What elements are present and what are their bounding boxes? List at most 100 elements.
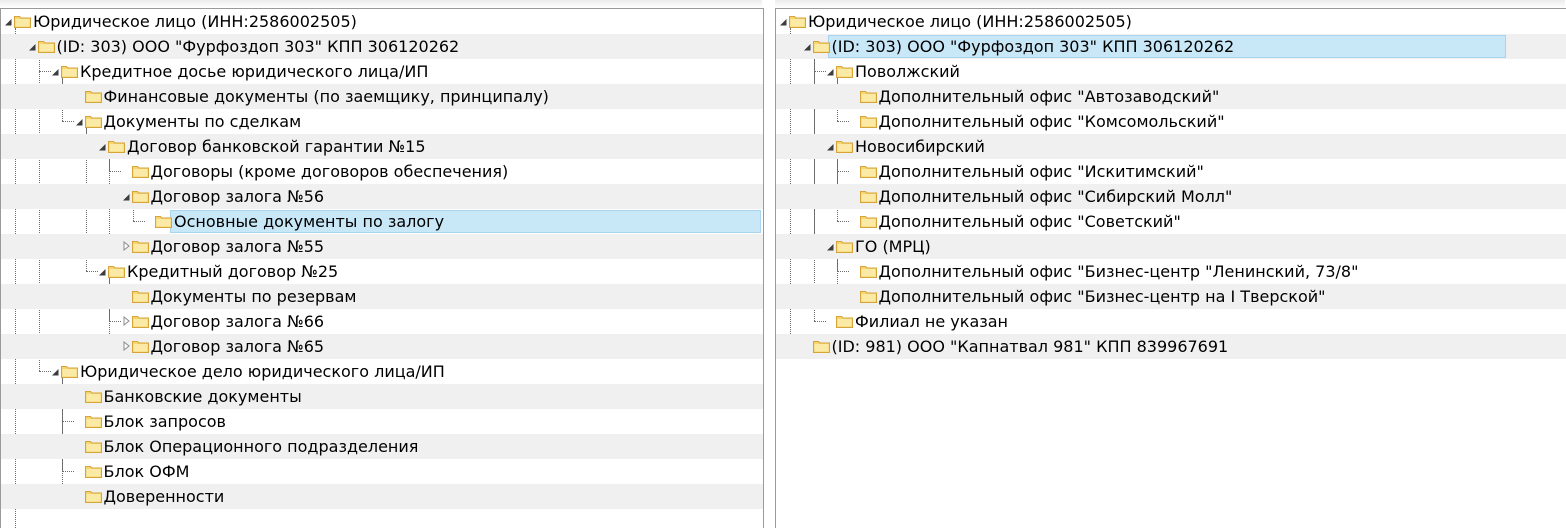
- tree-node[interactable]: Дополнительный офис "Сибирский Молл": [776, 184, 1566, 209]
- tree-node[interactable]: (ID: 303) ООО "Фурфоздоп 303" КПП 306120…: [1, 34, 763, 59]
- folder-icon: [836, 64, 853, 78]
- tree-node-label: Договор залога №56: [150, 187, 325, 206]
- expanded-triangle-icon[interactable]: [802, 39, 813, 53]
- folder-icon: [859, 89, 877, 103]
- folder-icon: [84, 89, 102, 103]
- tree-node[interactable]: Договор залога №65: [1, 334, 763, 359]
- tree-node[interactable]: Договор залога №55: [1, 234, 763, 259]
- folder-icon: [84, 414, 102, 428]
- tree-node[interactable]: Договор банковской гарантии №15: [1, 134, 763, 159]
- folder-icon: [131, 339, 149, 353]
- folder-icon: [131, 164, 149, 178]
- tree-node-label: Новосибирский: [855, 137, 985, 156]
- tree-node-label: Блок запросов: [103, 412, 226, 431]
- expanded-triangle-icon[interactable]: [778, 14, 789, 28]
- tree-node-label: Юридическое дело юридического лица/ИП: [80, 362, 445, 381]
- expanded-triangle-icon[interactable]: [3, 14, 14, 28]
- expanded-triangle-icon[interactable]: [50, 64, 61, 78]
- tree-node[interactable]: Договоры (кроме договоров обеспечения): [1, 159, 763, 184]
- tree-node-label: Филиал не указан: [855, 312, 1009, 331]
- tree-node-label: Дополнительный офис "Автозаводский": [878, 87, 1220, 106]
- tree-node-label: Блок Операционного подразделения: [103, 437, 419, 456]
- tree-node-label: Документы по резервам: [150, 287, 357, 306]
- expanded-triangle-icon[interactable]: [50, 364, 61, 378]
- tree-node[interactable]: Дополнительный офис "Комсомольский": [776, 109, 1566, 134]
- tree-node[interactable]: Основные документы по залогу: [1, 209, 763, 234]
- folder-icon: [155, 214, 172, 228]
- expanded-triangle-icon[interactable]: [825, 64, 836, 78]
- folder-icon: [84, 464, 102, 478]
- tree-node-label: Основные документы по залогу: [174, 212, 445, 231]
- tree-node[interactable]: Юридическое дело юридического лица/ИП: [1, 359, 763, 384]
- tree-node-label: Договор банковской гарантии №15: [127, 137, 426, 156]
- tree-node[interactable]: Договор залога №66: [1, 309, 763, 334]
- tree-node[interactable]: Блок запросов: [1, 409, 763, 434]
- folder-icon: [131, 189, 149, 203]
- tree-node-label: Юридическое лицо (ИНН:2586002505): [33, 12, 357, 31]
- folder-icon: [84, 439, 102, 453]
- right-tree-panel[interactable]: Юридическое лицо (ИНН:2586002505) (ID: 3…: [775, 8, 1566, 528]
- folder-icon: [859, 189, 877, 203]
- tree-node[interactable]: Филиал не указан: [776, 309, 1566, 334]
- collapsed-triangle-icon[interactable]: [121, 339, 132, 353]
- tree-node-label: Дополнительный офис "Искитимский": [878, 162, 1204, 181]
- tree-node[interactable]: Финансовые документы (по заемщику, принц…: [1, 84, 763, 109]
- collapsed-triangle-icon[interactable]: [121, 314, 132, 328]
- folder-icon: [131, 289, 149, 303]
- tree-node[interactable]: Документы по сделкам: [1, 109, 763, 134]
- folder-icon: [859, 164, 877, 178]
- folder-icon: [84, 489, 102, 503]
- folder-icon: [84, 114, 102, 128]
- expanded-triangle-icon[interactable]: [121, 189, 132, 203]
- folder-icon: [812, 339, 830, 353]
- tree-node[interactable]: Дополнительный офис "Искитимский": [776, 159, 1566, 184]
- tree-node[interactable]: Дополнительный офис "Бизнес-центр на I Т…: [776, 284, 1566, 309]
- collapsed-triangle-icon[interactable]: [121, 239, 132, 253]
- tree-node[interactable]: ГО (МРЦ): [776, 234, 1566, 259]
- tree-node[interactable]: Блок Операционного подразделения: [1, 434, 763, 459]
- tree-node[interactable]: Поволжский: [776, 59, 1566, 84]
- folder-icon: [859, 114, 877, 128]
- folder-icon: [131, 239, 149, 253]
- tree-node[interactable]: (ID: 981) ООО "Капнатвал 981" КПП 839967…: [776, 334, 1566, 359]
- folder-icon: [61, 64, 78, 78]
- tree-node[interactable]: Документы по резервам: [1, 284, 763, 309]
- tree-node[interactable]: Банковские документы: [1, 384, 763, 409]
- tree-node-label: Договор залога №66: [150, 312, 325, 331]
- tree-node-label: Блок ОФМ: [103, 462, 190, 481]
- tree-node-label: (ID: 981) ООО "Капнатвал 981" КПП 839967…: [831, 337, 1229, 356]
- tree-node-label: ГО (МРЦ): [855, 237, 931, 256]
- tree-node-label: Договор залога №55: [150, 237, 325, 256]
- tree-node[interactable]: Юридическое лицо (ИНН:2586002505): [1, 9, 763, 34]
- tree-node-label: Поволжский: [855, 62, 960, 81]
- folder-icon: [108, 139, 125, 153]
- tree-node[interactable]: Договор залога №56: [1, 184, 763, 209]
- expanded-triangle-icon[interactable]: [97, 264, 108, 278]
- tree-node-label: Договоры (кроме договоров обеспечения): [150, 162, 509, 181]
- tree-node-label: Юридическое лицо (ИНН:2586002505): [808, 12, 1132, 31]
- tree-node-label: Дополнительный офис "Комсомольский": [878, 112, 1225, 131]
- expanded-triangle-icon[interactable]: [74, 114, 85, 128]
- tree-node[interactable]: (ID: 303) ООО "Фурфоздоп 303" КПП 306120…: [776, 34, 1566, 59]
- expanded-triangle-icon[interactable]: [97, 139, 108, 153]
- expanded-triangle-icon[interactable]: [825, 239, 836, 253]
- tree-node[interactable]: Блок ОФМ: [1, 459, 763, 484]
- tree-node-label: Финансовые документы (по заемщику, принц…: [103, 87, 549, 106]
- folder-icon: [131, 314, 149, 328]
- tree-node[interactable]: Новосибирский: [776, 134, 1566, 159]
- expanded-triangle-icon[interactable]: [27, 39, 38, 53]
- tree-node[interactable]: Дополнительный офис "Автозаводский": [776, 84, 1566, 109]
- folder-icon: [859, 289, 877, 303]
- tree-node[interactable]: Юридическое лицо (ИНН:2586002505): [776, 9, 1566, 34]
- tree-node[interactable]: Кредитное досье юридического лица/ИП: [1, 59, 763, 84]
- tree-node[interactable]: Доверенности: [1, 484, 763, 509]
- folder-icon: [859, 214, 877, 228]
- expanded-triangle-icon[interactable]: [825, 139, 836, 153]
- tree-node-label: (ID: 303) ООО "Фурфоздоп 303" КПП 306120…: [56, 37, 460, 56]
- tree-node[interactable]: Кредитный договор №25: [1, 259, 763, 284]
- left-tree-panel[interactable]: Юридическое лицо (ИНН:2586002505) (ID: 3…: [0, 8, 764, 528]
- tree-node[interactable]: Дополнительный офис "Бизнес-центр "Ленин…: [776, 259, 1566, 284]
- folder-icon: [61, 364, 78, 378]
- tree-node-label: Доверенности: [103, 487, 225, 506]
- tree-node[interactable]: Дополнительный офис "Советский": [776, 209, 1566, 234]
